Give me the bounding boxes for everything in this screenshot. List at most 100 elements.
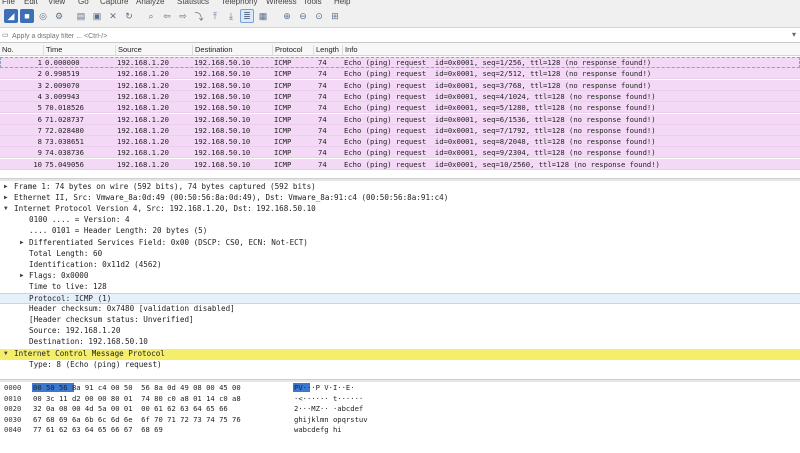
hex-offset: 0020 xyxy=(4,404,22,414)
detail-tree-item[interactable]: .... 0101 = Header Length: 20 bytes (5) xyxy=(0,226,800,237)
column-header-time[interactable]: Time xyxy=(43,45,62,56)
capture-options-icon[interactable]: ⚙ xyxy=(52,9,66,23)
packet-cell-proto: ICMP xyxy=(274,159,292,169)
last-packet-icon[interactable]: ⤓ xyxy=(224,9,238,23)
detail-text: Identification: 0x11d2 (4562) xyxy=(29,259,162,269)
detail-tree-item[interactable]: Protocol: ICMP (1) xyxy=(0,293,800,304)
packet-cell-info: Echo (ping) request id=0x0001, seq=4/102… xyxy=(344,91,656,101)
detail-tree-item[interactable]: Identification: 0x11d2 (4562) xyxy=(0,260,800,271)
column-header-destination[interactable]: Destination xyxy=(192,45,233,56)
packet-cell-dst: 192.168.50.10 xyxy=(194,125,251,135)
packet-cell-time: 73.038651 xyxy=(45,137,84,147)
detail-text: Destination: 192.168.50.10 xyxy=(29,337,148,347)
detail-text: Header checksum: 0x7480 [validation disa… xyxy=(29,304,235,314)
packet-row[interactable]: 9 74.038736 192.168.1.20 192.168.50.10 ICMP 7… xyxy=(0,147,800,159)
packet-row[interactable]: 8 73.038651 192.168.1.20 192.168.50.10 ICMP 7… xyxy=(0,136,800,148)
packet-row[interactable]: 6 71.028737 192.168.1.20 192.168.50.10 ICMP 7… xyxy=(0,113,800,125)
expand-arrow-icon[interactable]: ▶ xyxy=(4,194,8,201)
packet-cell-src: 192.168.1.20 xyxy=(117,148,169,158)
packet-row[interactable]: 5 70.018526 192.168.1.20 192.168.50.10 ICMP 7… xyxy=(0,102,800,114)
stop-capture-icon[interactable]: ■ xyxy=(20,9,34,23)
expand-arrow-icon[interactable]: ▶ xyxy=(4,183,8,190)
collapse-arrow-icon[interactable]: ▼ xyxy=(4,205,8,212)
reload-file-icon[interactable]: ↻ xyxy=(122,9,136,23)
detail-tree-item[interactable]: ▼ Internet Protocol Version 4, Src: 192.1… xyxy=(0,204,800,215)
hex-dump-row[interactable]: 0040 77 61 62 63 64 65 66 67 68 69 wabcdef… xyxy=(0,425,800,436)
packet-cell-proto: ICMP xyxy=(274,80,292,90)
packet-row[interactable]: 10 75.049056 192.168.1.20 192.168.50.10 ICMP… xyxy=(0,158,800,170)
packet-cell-len: 74 xyxy=(318,80,327,90)
restart-capture-icon[interactable]: ◎ xyxy=(36,9,50,23)
detail-text: [Header checksum status: Unverified] xyxy=(29,315,194,325)
column-header-protocol[interactable]: Protocol xyxy=(272,45,303,56)
detail-text: Protocol: ICMP (1) xyxy=(29,294,112,303)
start-capture-icon[interactable]: ◢ xyxy=(4,9,18,23)
packet-cell-no: 4 xyxy=(37,91,42,101)
packet-cell-no: 6 xyxy=(37,114,42,124)
packet-row[interactable]: 4 3.009943 192.168.1.20 192.168.50.10 ICMP 74… xyxy=(0,90,800,102)
column-header-source[interactable]: Source xyxy=(115,45,142,56)
hex-dump-row[interactable]: 0020 32 0a 08 00 4d 5a 00 01 00 61 62 63 … xyxy=(0,404,800,415)
normal-size-icon[interactable]: ⊙ xyxy=(312,9,326,23)
save-file-icon[interactable]: ▣ xyxy=(90,9,104,23)
detail-tree-item[interactable]: ▼ Internet Control Message Protocol xyxy=(0,348,800,360)
packet-cell-dst: 192.168.50.10 xyxy=(194,91,251,101)
detail-tree-item[interactable]: Header checksum: 0x7480 [validation disa… xyxy=(0,304,800,315)
expand-arrow-icon[interactable]: ▶ xyxy=(20,272,24,279)
detail-tree-item[interactable]: Time to live: 128 xyxy=(0,282,800,293)
packet-row[interactable]: 3 2.009070 192.168.1.20 192.168.50.10 ICMP 74… xyxy=(0,79,800,91)
detail-text: Source: 192.168.1.20 xyxy=(29,326,121,336)
packet-cell-no: 2 xyxy=(37,69,42,79)
hex-offset: 0030 xyxy=(4,414,22,424)
packet-cell-proto: ICMP xyxy=(274,114,292,124)
bookmark-icon[interactable]: ▭ xyxy=(2,31,11,40)
packet-row[interactable]: 7 72.028480 192.168.1.20 192.168.50.10 ICMP 7… xyxy=(0,124,800,136)
first-packet-icon[interactable]: ⤒ xyxy=(208,9,222,23)
detail-text: Total Length: 60 xyxy=(29,248,103,258)
packet-row[interactable]: 2 0.998519 192.168.1.20 192.168.50.10 ICMP 74… xyxy=(0,68,800,80)
packet-cell-src: 192.168.1.20 xyxy=(117,103,169,113)
column-header-info[interactable]: Info xyxy=(342,45,358,56)
column-header-length[interactable]: Length xyxy=(313,45,339,56)
open-file-icon[interactable]: ▤ xyxy=(74,9,88,23)
detail-tree-item[interactable]: ▶ Differentiated Services Field: 0x00 (DS… xyxy=(0,238,800,249)
detail-tree-item[interactable]: ▶ Ethernet II, Src: Vmware_8a:0d:49 (00:5… xyxy=(0,193,800,204)
column-header-no[interactable]: No. xyxy=(0,45,14,56)
packet-cell-src: 192.168.1.20 xyxy=(117,80,169,90)
hex-bytes: 32 0a 08 00 4d 5a 00 01 00 61 62 63 64 6… xyxy=(33,404,228,414)
packet-cell-len: 74 xyxy=(318,114,327,124)
detail-tree-item[interactable]: 0100 .... = Version: 4 xyxy=(0,215,800,226)
resize-columns-icon[interactable]: ⊞ xyxy=(328,9,342,23)
hex-dump-row[interactable]: 0000 00 50 56 8a 91 c4 00 50 56 8a 0d 49 … xyxy=(0,383,800,394)
packet-cell-no: 7 xyxy=(37,125,42,135)
detail-tree-item[interactable]: Source: 192.168.1.20 xyxy=(0,326,800,337)
auto-scroll-icon[interactable]: ≣ xyxy=(240,9,254,23)
go-to-packet-icon[interactable]: ⤵ xyxy=(192,9,206,23)
filter-dropdown-icon[interactable]: ▾ xyxy=(792,30,796,39)
go-back-icon[interactable]: ⇦ xyxy=(160,9,174,23)
detail-text: Internet Protocol Version 4, Src: 192.16… xyxy=(14,204,316,214)
detail-tree-item[interactable]: ▶ Frame 1: 74 bytes on wire (592 bits), 7… xyxy=(0,182,800,193)
zoom-out-icon[interactable]: ⊖ xyxy=(296,9,310,23)
hex-dump-row[interactable]: 0010 00 3c 11 d2 00 00 80 01 74 80 c0 a8 … xyxy=(0,394,800,405)
find-packet-icon[interactable]: ⌕ xyxy=(144,9,158,23)
packet-cell-info: Echo (ping) request id=0x0001, seq=8/204… xyxy=(344,137,656,147)
go-forward-icon[interactable]: ⇨ xyxy=(176,9,190,23)
detail-tree-item[interactable]: [Header checksum status: Unverified] xyxy=(0,315,800,326)
packet-cell-proto: ICMP xyxy=(274,58,292,67)
detail-tree-item[interactable]: Destination: 192.168.50.10 xyxy=(0,337,800,348)
detail-tree-item[interactable]: ▶ Flags: 0x0000 xyxy=(0,271,800,282)
expand-arrow-icon[interactable]: ▶ xyxy=(20,239,24,246)
detail-tree-item[interactable]: Total Length: 60 xyxy=(0,249,800,260)
close-file-icon[interactable]: ✕ xyxy=(106,9,120,23)
zoom-in-icon[interactable]: ⊕ xyxy=(280,9,294,23)
packet-cell-time: 3.009943 xyxy=(45,91,80,101)
detail-tree-item[interactable]: Type: 8 (Echo (ping) request) xyxy=(0,360,800,371)
collapse-arrow-icon[interactable]: ▼ xyxy=(4,350,8,357)
hex-dump-row[interactable]: 0030 67 68 69 6a 6b 6c 6d 6e 6f 70 71 72 … xyxy=(0,415,800,426)
display-filter-input[interactable] xyxy=(12,30,782,42)
colorize-icon[interactable]: ▦ xyxy=(256,9,270,23)
packet-row[interactable]: 1 0.000000 192.168.1.20 192.168.50.10 ICMP 74… xyxy=(0,57,800,68)
packet-cell-proto: ICMP xyxy=(274,137,292,147)
packet-cell-time: 0.000000 xyxy=(45,58,80,67)
